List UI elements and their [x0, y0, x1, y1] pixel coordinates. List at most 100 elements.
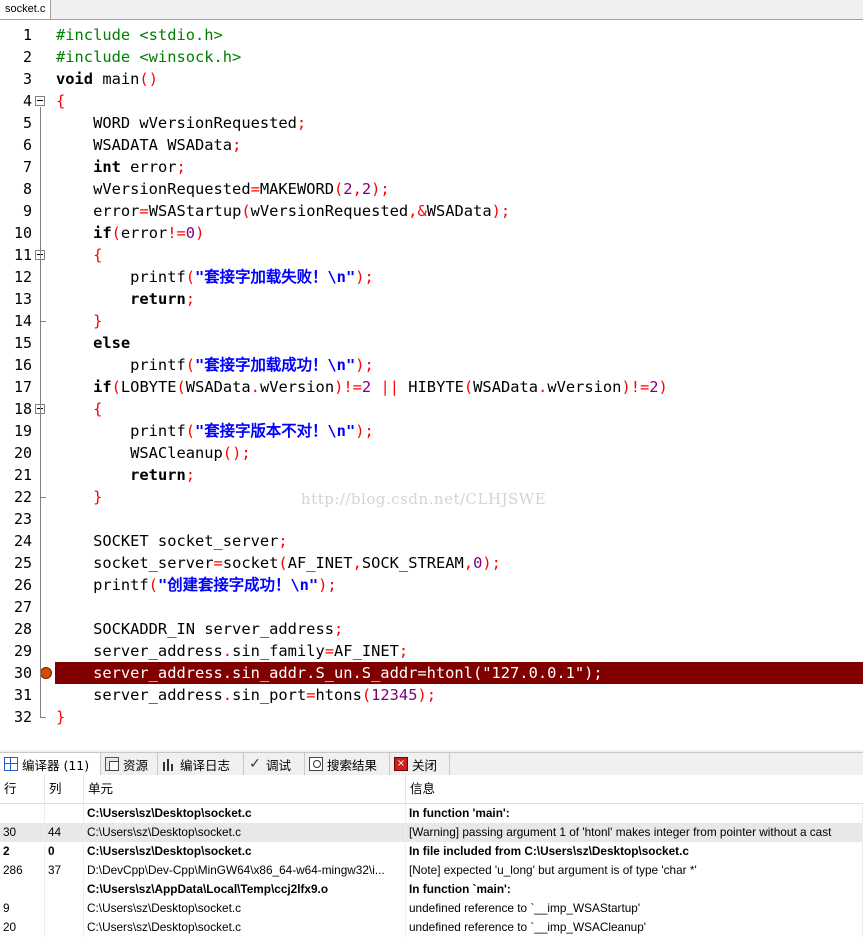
- code-line[interactable]: 24 SOCKET socket_server;: [0, 530, 863, 552]
- code-line[interactable]: 6 WSADATA WSAData;: [0, 134, 863, 156]
- line-number[interactable]: 10: [0, 222, 32, 244]
- code-line[interactable]: 31 server_address.sin_port=htons(12345);: [0, 684, 863, 706]
- code-token: wVersion: [547, 378, 622, 396]
- code-token: WSAData: [426, 202, 492, 220]
- line-number[interactable]: 4: [0, 90, 32, 112]
- code-line[interactable]: 9 error=WSAStartup(wVersionRequested,&WS…: [0, 200, 863, 222]
- panel-tab[interactable]: × 关闭: [390, 753, 450, 775]
- line-number[interactable]: 19: [0, 420, 32, 442]
- line-number[interactable]: 30: [0, 662, 32, 684]
- table-row[interactable]: 9 C:\Users\sz\Desktop\socket.c undefined r…: [0, 899, 863, 918]
- table-row[interactable]: 2 0 C:\Users\sz\Desktop\socket.c In file in…: [0, 842, 863, 861]
- line-number[interactable]: 18: [0, 398, 32, 420]
- line-number[interactable]: 1: [0, 24, 32, 46]
- line-number[interactable]: 3: [0, 68, 32, 90]
- line-number[interactable]: 22: [0, 486, 32, 508]
- column-header-message[interactable]: 信息: [406, 775, 863, 803]
- code-line[interactable]: 20 WSACleanup();: [0, 442, 863, 464]
- find-icon: [309, 757, 323, 771]
- error-marker-icon[interactable]: [40, 667, 52, 679]
- column-header-col[interactable]: 列: [45, 775, 84, 803]
- code-line[interactable]: 12 printf("套接字加载失败！\n");: [0, 266, 863, 288]
- line-number[interactable]: 8: [0, 178, 32, 200]
- code-token: "套接字版本不对！\n": [195, 422, 356, 440]
- code-line[interactable]: 18 {: [0, 398, 863, 420]
- line-number[interactable]: 27: [0, 596, 32, 618]
- table-row[interactable]: 286 37 D:\DevCpp\Dev-Cpp\MinGW64\x86_64-w6…: [0, 861, 863, 880]
- line-number[interactable]: 9: [0, 200, 32, 222]
- line-number[interactable]: 31: [0, 684, 32, 706]
- panel-tab[interactable]: ✓ 调试: [244, 753, 305, 775]
- code-line[interactable]: 8 wVersionRequested=MAKEWORD(2,2);: [0, 178, 863, 200]
- code-text: printf("套接字版本不对！\n");: [56, 420, 374, 442]
- line-number[interactable]: 28: [0, 618, 32, 640]
- code-line[interactable]: 21 return;: [0, 464, 863, 486]
- line-number[interactable]: 21: [0, 464, 32, 486]
- cell-unit: C:\Users\sz\Desktop\socket.c: [84, 899, 406, 918]
- code-line[interactable]: 1 #include <stdio.h>: [0, 24, 863, 46]
- line-number[interactable]: 13: [0, 288, 32, 310]
- code-token: (: [185, 422, 196, 440]
- code-line[interactable]: 26 printf("创建套接字成功！\n");: [0, 574, 863, 596]
- panel-tab[interactable]: 编译日志: [158, 753, 244, 775]
- code-line[interactable]: 5 WORD wVersionRequested;: [0, 112, 863, 134]
- table-row[interactable]: 30 44 C:\Users\sz\Desktop\socket.c [Warning…: [0, 823, 863, 842]
- code-token: (: [176, 378, 186, 396]
- code-line[interactable]: 23: [0, 508, 863, 530]
- panel-tab[interactable]: 搜索结果: [305, 753, 390, 775]
- line-number[interactable]: 14: [0, 310, 32, 332]
- code-line[interactable]: 30 server_address.sin_addr.S_un.S_addr=h…: [0, 662, 863, 684]
- cell-line: [0, 880, 45, 899]
- line-number[interactable]: 24: [0, 530, 32, 552]
- code-line[interactable]: 32}: [0, 706, 863, 728]
- column-header-line[interactable]: 行: [0, 775, 45, 803]
- code-line[interactable]: 29 server_address.sin_family=AF_INET;: [0, 640, 863, 662]
- line-number[interactable]: 25: [0, 552, 32, 574]
- code-token: (: [463, 378, 474, 396]
- line-number[interactable]: 29: [0, 640, 32, 662]
- line-number[interactable]: 32: [0, 706, 32, 728]
- code-line[interactable]: 2 #include <winsock.h>: [0, 46, 863, 68]
- panel-tab[interactable]: 编译器 (11): [0, 753, 101, 775]
- code-line[interactable]: 11 {: [0, 244, 863, 266]
- code-line[interactable]: 16 printf("套接字加载成功！\n");: [0, 354, 863, 376]
- code-line[interactable]: 4{: [0, 90, 863, 112]
- code-line[interactable]: 3 void main(): [0, 68, 863, 90]
- code-line[interactable]: 13 return;: [0, 288, 863, 310]
- table-row[interactable]: C:\Users\sz\AppData\Local\Temp\ccj2lfx9.…: [0, 880, 863, 899]
- code-line[interactable]: 25 socket_server=socket(AF_INET,SOCK_STR…: [0, 552, 863, 574]
- fold-toggle-icon[interactable]: [35, 96, 45, 106]
- line-number[interactable]: 7: [0, 156, 32, 178]
- line-number[interactable]: 6: [0, 134, 32, 156]
- code-line[interactable]: 27: [0, 596, 863, 618]
- line-number[interactable]: 11: [0, 244, 32, 266]
- line-number[interactable]: 17: [0, 376, 32, 398]
- line-number[interactable]: 16: [0, 354, 32, 376]
- line-number[interactable]: 20: [0, 442, 32, 464]
- code-line[interactable]: 17 if(LOBYTE(WSAData.wVersion)!=2 || HIB…: [0, 376, 863, 398]
- cell-col: [45, 804, 84, 823]
- code-line[interactable]: 19 printf("套接字版本不对！\n");: [0, 420, 863, 442]
- table-row[interactable]: C:\Users\sz\Desktop\socket.c In function …: [0, 804, 863, 823]
- cell-unit: C:\Users\sz\Desktop\socket.c: [84, 823, 406, 842]
- line-number[interactable]: 15: [0, 332, 32, 354]
- panel-tab[interactable]: 资源: [101, 753, 158, 775]
- code-line[interactable]: 28 SOCKADDR_IN server_address;: [0, 618, 863, 640]
- line-number[interactable]: 2: [0, 46, 32, 68]
- code-editor[interactable]: http://blog.csdn.net/CLHJSWE 1 #include <…: [0, 20, 863, 750]
- line-number[interactable]: 26: [0, 574, 32, 596]
- code-line[interactable]: 10 if(error!=0): [0, 222, 863, 244]
- line-number[interactable]: 5: [0, 112, 32, 134]
- code-line[interactable]: 14 }: [0, 310, 863, 332]
- line-number[interactable]: 12: [0, 266, 32, 288]
- code-token: main: [93, 70, 140, 88]
- code-line[interactable]: 15 else: [0, 332, 863, 354]
- panel-tab-label: 搜索结果: [327, 757, 378, 773]
- column-header-unit[interactable]: 单元: [84, 775, 406, 803]
- code-line[interactable]: 7 int error;: [0, 156, 863, 178]
- line-number[interactable]: 23: [0, 508, 32, 530]
- file-tab-socket-c[interactable]: socket.c: [0, 0, 52, 19]
- table-row[interactable]: 20 C:\Users\sz\Desktop\socket.c undefined …: [0, 918, 863, 937]
- code-line[interactable]: 22 }: [0, 486, 863, 508]
